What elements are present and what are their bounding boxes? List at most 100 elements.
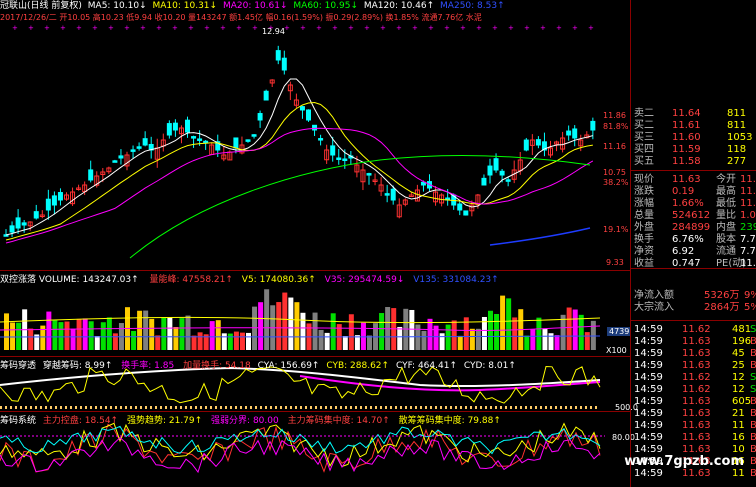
order-book-row[interactable]: 买三 11.60 1053 bbox=[632, 132, 756, 144]
signal-dot bbox=[50, 406, 52, 409]
signal-dot bbox=[455, 406, 457, 409]
signal-dot bbox=[525, 406, 527, 409]
volume-bar bbox=[506, 298, 512, 350]
signal-dot bbox=[55, 406, 57, 409]
signal-dot bbox=[405, 406, 407, 409]
tick-row[interactable]: 14:59 11.63 45 B bbox=[632, 348, 756, 360]
main-gather: 主力筹码集中度: 14.70↑ bbox=[287, 416, 390, 426]
signal-dot bbox=[245, 406, 247, 409]
volume-bar bbox=[4, 313, 9, 350]
signal-dot bbox=[215, 406, 217, 409]
tick-time: 14:59 bbox=[634, 384, 663, 395]
signal-dot bbox=[295, 406, 297, 409]
order-book-row[interactable]: 买二 11.61 811 bbox=[632, 120, 756, 132]
tick-row[interactable]: 14:59 11.63 16 B bbox=[632, 432, 756, 444]
signal-dot bbox=[35, 406, 37, 409]
signal-marker: + bbox=[188, 24, 194, 32]
tick-price: 11.63 bbox=[682, 396, 711, 407]
ma5-label: MA5: 10.10↓ bbox=[87, 1, 147, 11]
volume-bar bbox=[197, 332, 203, 350]
signal-dot bbox=[475, 406, 477, 409]
tick-row[interactable]: 14:59 11.63 11 B bbox=[632, 420, 756, 432]
tick-volume: 12 bbox=[732, 384, 745, 395]
signal-dot bbox=[510, 406, 512, 409]
volume-bar bbox=[131, 330, 137, 350]
signal-marker: + bbox=[412, 24, 418, 32]
divider bbox=[0, 411, 630, 412]
tick-time: 14:59 bbox=[634, 336, 663, 347]
tick-row[interactable]: 14:59 11.62 481 S bbox=[632, 324, 756, 336]
quote-value: 239713 bbox=[740, 222, 756, 233]
candle-body bbox=[306, 109, 311, 121]
quote-label: 最高 bbox=[716, 186, 736, 197]
volume-bar bbox=[58, 322, 64, 350]
candle-body bbox=[203, 140, 209, 144]
order-volume: 811 bbox=[727, 120, 747, 131]
signal-dot bbox=[230, 406, 232, 409]
tick-row[interactable]: 14:59 11.63 605 B bbox=[632, 396, 756, 408]
volume-bar bbox=[16, 322, 22, 350]
tick-row[interactable]: 14:59 11.63 21 B bbox=[632, 408, 756, 420]
tick-row[interactable]: 14:59 11.63 11 B bbox=[632, 468, 756, 480]
tick-price: 11.63 bbox=[682, 468, 711, 479]
side-axis-5: 38.2% bbox=[603, 178, 629, 187]
signal-dot bbox=[250, 406, 252, 409]
candle-body bbox=[499, 170, 505, 176]
signal-dot bbox=[585, 406, 587, 409]
cyq-title: 筹码穿透 bbox=[0, 361, 37, 371]
candle-body bbox=[130, 149, 136, 152]
signal-dot bbox=[10, 406, 12, 409]
signal-marker: + bbox=[124, 24, 130, 32]
candle-body bbox=[33, 211, 39, 219]
volume-bar bbox=[427, 318, 433, 350]
signal-dot bbox=[345, 406, 347, 409]
quote-value: 7.76亿 bbox=[740, 234, 756, 245]
cyq-vol-turnover: 加量换手: 54.18 bbox=[183, 361, 251, 371]
order-price: 11.64 bbox=[672, 108, 701, 119]
volume-bar bbox=[94, 335, 100, 350]
signal-dot bbox=[165, 406, 167, 409]
signal-dot bbox=[200, 406, 202, 409]
quote-label: 量比 bbox=[716, 210, 736, 221]
tick-row[interactable]: 14:59 11.62 12 S bbox=[632, 384, 756, 396]
signal-marker: + bbox=[524, 24, 530, 32]
candle-body bbox=[112, 160, 118, 163]
signal-dot bbox=[460, 406, 462, 409]
tick-row[interactable]: 14:59 11.63 196 B bbox=[632, 336, 756, 348]
tick-row[interactable]: 14:59 11.62 12 S bbox=[632, 372, 756, 384]
signal-marker: + bbox=[28, 24, 34, 32]
tick-volume: 25 bbox=[732, 360, 745, 371]
signal-dot bbox=[100, 406, 102, 409]
order-book-row[interactable]: 买四 11.59 118 bbox=[632, 144, 756, 156]
main-control: 主力控盘: 18.54↑ bbox=[42, 416, 119, 426]
signal-dot bbox=[495, 406, 497, 409]
signal-marker: + bbox=[204, 24, 210, 32]
order-book-row[interactable]: 买五 11.58 277 bbox=[632, 156, 756, 168]
stock-title: 冠联山(日线 前复权) bbox=[0, 1, 82, 11]
signal-dot bbox=[195, 406, 197, 409]
signal-dot bbox=[320, 406, 322, 409]
low-price-label: 9.33 bbox=[606, 258, 624, 267]
volume-bar bbox=[149, 318, 155, 350]
volume-bar bbox=[173, 327, 179, 350]
signal-dot bbox=[150, 406, 152, 409]
signal-marker: + bbox=[476, 24, 482, 32]
quote-value: 11.40 bbox=[740, 174, 756, 185]
flow-panel: 净流入额 5326万 9% 大宗流入 2864万 5% bbox=[632, 290, 756, 314]
signal-dot bbox=[15, 406, 17, 409]
signal-dot bbox=[0, 406, 2, 409]
volume-bar bbox=[572, 309, 578, 350]
quote-row: 涨幅 1.66% 最低 11.31 bbox=[632, 198, 756, 210]
side-axis-2: 81.8% bbox=[603, 122, 629, 131]
quote-label: 现价 bbox=[634, 174, 654, 185]
signal-dot bbox=[170, 406, 172, 409]
tick-time: 14:59 bbox=[634, 432, 663, 443]
volume-bar bbox=[252, 306, 258, 350]
tick-volume: 605 bbox=[732, 396, 752, 407]
tick-row[interactable]: 14:59 11.63 25 B bbox=[632, 360, 756, 372]
order-book-row[interactable]: 卖二 11.64 811 bbox=[632, 108, 756, 120]
volume-bar bbox=[560, 314, 566, 350]
divider bbox=[0, 270, 630, 271]
signal-marker: + bbox=[380, 24, 386, 32]
quote-value: 1.66% bbox=[672, 198, 704, 209]
